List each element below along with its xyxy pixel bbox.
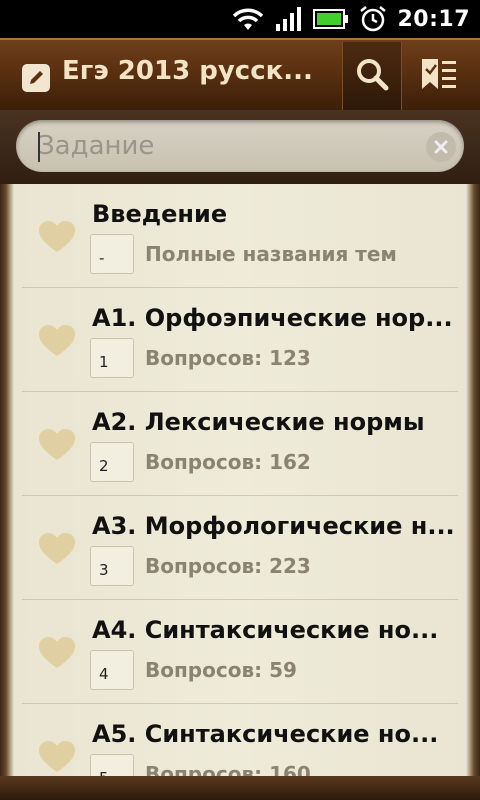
- list-item[interactable]: А1. Орфоэпические нор... 1 Вопросов: 123: [22, 288, 458, 392]
- item-title: А1. Орфоэпические нор...: [92, 304, 453, 332]
- item-title: А5. Синтаксические но...: [92, 720, 439, 748]
- bookmark-list-icon: [420, 57, 458, 95]
- list-item[interactable]: А2. Лексические нормы 2 Вопросов: 162: [22, 392, 458, 496]
- item-number: -: [90, 234, 134, 274]
- app-title: Егэ 2013 русск...: [62, 56, 313, 86]
- heart-icon[interactable]: [38, 532, 76, 566]
- item-title: А2. Лексические нормы: [92, 408, 425, 436]
- bookmarks-button[interactable]: [404, 42, 474, 110]
- item-subtitle: Полные названия тем: [145, 242, 397, 266]
- alarm-icon: [359, 5, 387, 33]
- text-cursor: [38, 132, 40, 162]
- heart-icon[interactable]: [38, 740, 76, 774]
- action-bar: Егэ 2013 русск...: [0, 38, 480, 110]
- item-number: 4: [90, 650, 134, 690]
- bottom-frame: [0, 776, 480, 800]
- search-button[interactable]: [342, 42, 402, 110]
- list-item[interactable]: А3. Морфологические н... 3 Вопросов: 223: [22, 496, 458, 600]
- item-number: 2: [90, 442, 134, 482]
- heart-icon[interactable]: [38, 220, 76, 254]
- item-subtitle: Вопросов: 160: [145, 762, 311, 776]
- battery-icon: [313, 8, 349, 30]
- heart-icon[interactable]: [38, 636, 76, 670]
- item-title: А3. Морфологические н...: [92, 512, 455, 540]
- search-icon: [354, 56, 390, 96]
- status-bar: 20:17: [0, 0, 480, 38]
- signal-icon: [275, 6, 303, 32]
- item-subtitle: Вопросов: 223: [145, 554, 311, 578]
- pen-icon[interactable]: [22, 64, 50, 92]
- clear-icon[interactable]: [426, 132, 456, 162]
- item-title: Введение: [92, 200, 228, 228]
- list-item[interactable]: Введение - Полные названия тем: [22, 184, 458, 288]
- search-input[interactable]: [38, 128, 408, 164]
- clock: 20:17: [397, 6, 470, 32]
- heart-icon[interactable]: [38, 428, 76, 462]
- search-field[interactable]: [16, 120, 464, 172]
- list-item[interactable]: А4. Синтаксические но... 4 Вопросов: 59: [22, 600, 458, 704]
- item-number: 1: [90, 338, 134, 378]
- wifi-icon: [231, 6, 265, 32]
- topic-list[interactable]: Введение - Полные названия тем А1. Орфоэ…: [0, 184, 480, 776]
- list-item[interactable]: А5. Синтаксические но... 5 Вопросов: 160: [22, 704, 458, 776]
- item-number: 3: [90, 546, 134, 586]
- search-panel: [0, 110, 480, 184]
- item-subtitle: Вопросов: 162: [145, 450, 311, 474]
- item-title: А4. Синтаксические но...: [92, 616, 439, 644]
- item-number: 5: [90, 754, 134, 776]
- heart-icon[interactable]: [38, 324, 76, 358]
- item-subtitle: Вопросов: 123: [145, 346, 311, 370]
- item-subtitle: Вопросов: 59: [145, 658, 297, 682]
